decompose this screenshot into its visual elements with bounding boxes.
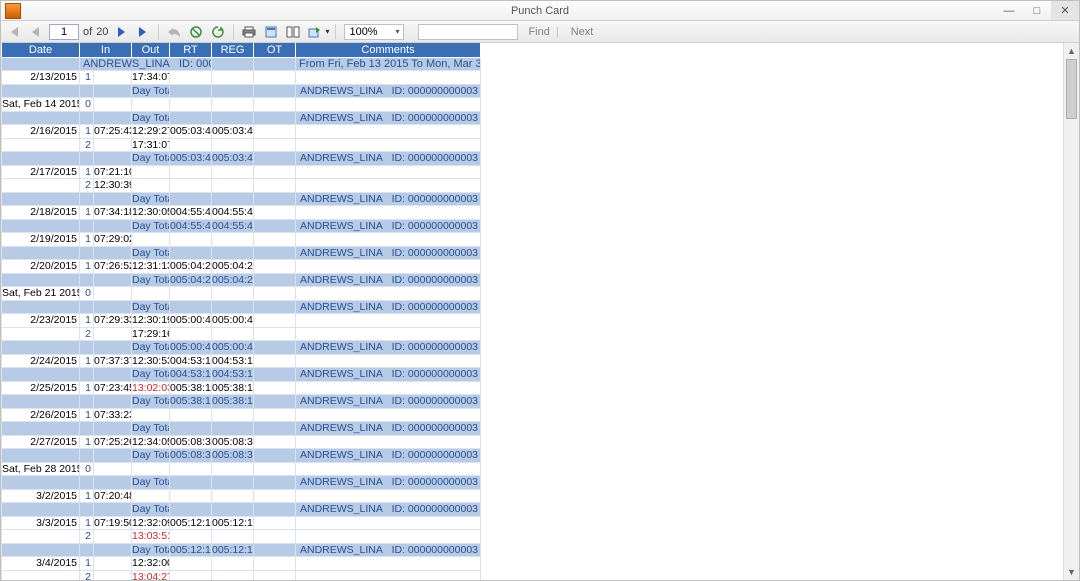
table-row: Day Total005:00:46005:00:46ANDREWS_LINA … [2, 341, 481, 355]
table-row: Day Total005:38:18005:38:18ANDREWS_LINA … [2, 395, 481, 409]
zoom-value: 100% [349, 26, 377, 38]
prev-page-button[interactable] [27, 23, 45, 41]
table-row: 2/23/2015107:29:3312:30:19005:00:46005:0… [2, 314, 481, 328]
export-button[interactable] [306, 23, 324, 41]
table-row: 212:30:39 [2, 179, 481, 193]
col-in: In [80, 43, 132, 57]
col-reg: REG [212, 43, 254, 57]
table-row: Day TotalANDREWS_LINA ID: 000000000003 [2, 246, 481, 260]
table-row: 3/4/2015112:32:00 [2, 557, 481, 571]
table-row: Sat, Feb 14 20150 [2, 98, 481, 112]
table-row: 2/17/2015107:21:10 [2, 165, 481, 179]
table-row: Day Total005:03:44005:03:44ANDREWS_LINA … [2, 152, 481, 166]
col-rt: RT [170, 43, 212, 57]
export-dropdown-arrow[interactable]: ▾ [325, 27, 329, 36]
table-row: 2/20/2015107:26:5212:31:13005:04:21005:0… [2, 260, 481, 274]
separator [233, 24, 234, 40]
table-row: 2/13/2015117:34:07 [2, 71, 481, 85]
find-input[interactable] [418, 24, 518, 40]
report-area: Date In Out RT REG OT Comments ANDREWS_L… [1, 43, 1079, 580]
table-row: Day TotalANDREWS_LINA ID: 000000000003 [2, 503, 481, 517]
separator [335, 24, 336, 40]
page-setup-button[interactable] [284, 23, 302, 41]
report-viewport: Date In Out RT REG OT Comments ANDREWS_L… [1, 43, 1063, 580]
vertical-scrollbar[interactable]: ▲ ▼ [1063, 43, 1079, 580]
find-next-button[interactable]: Next [571, 26, 594, 38]
separator: | [556, 26, 559, 38]
first-page-button[interactable] [5, 23, 23, 41]
col-comments: Comments [296, 43, 481, 57]
table-row: Day Total005:04:21005:04:21ANDREWS_LINA … [2, 273, 481, 287]
window-controls: — □ ✕ [995, 1, 1079, 20]
print-layout-button[interactable] [262, 23, 280, 41]
zoom-select[interactable]: 100% ▾ [344, 24, 404, 40]
window-title: Punch Card [1, 5, 1079, 17]
table-row: Day Total004:53:16004:53:16ANDREWS_LINA … [2, 368, 481, 382]
table-row: 213:03:51 [2, 530, 481, 544]
separator [158, 24, 159, 40]
table-row: 3/2/2015107:20:48 [2, 489, 481, 503]
table-row: 213:04:27 [2, 570, 481, 580]
table-header-row: Date In Out RT REG OT Comments [2, 43, 481, 57]
table-row: Day TotalANDREWS_LINA ID: 000000000003 [2, 111, 481, 125]
table-row: Sat, Feb 28 20150 [2, 462, 481, 476]
last-page-button[interactable] [134, 23, 152, 41]
title-bar: Punch Card — □ ✕ [1, 1, 1079, 21]
page-total: 20 [96, 26, 108, 38]
table-row: Day TotalANDREWS_LINA ID: 000000000003 [2, 476, 481, 490]
table-row: 2/19/2015107:29:02 [2, 233, 481, 247]
find-button[interactable]: Find [528, 26, 549, 38]
close-button[interactable]: ✕ [1051, 1, 1079, 20]
back-button[interactable] [165, 23, 183, 41]
print-button[interactable] [240, 23, 258, 41]
refresh-button[interactable] [209, 23, 227, 41]
table-row: Day TotalANDREWS_LINA ID: 000000000003 [2, 300, 481, 314]
report-toolbar: of 20 ▾ 100% [1, 21, 1079, 43]
next-page-button[interactable] [112, 23, 130, 41]
table-row: 217:31:07 [2, 138, 481, 152]
scroll-thumb[interactable] [1066, 59, 1077, 119]
chevron-down-icon: ▾ [395, 27, 399, 36]
table-row: Day Total005:12:19005:12:19ANDREWS_LINA … [2, 543, 481, 557]
table-row: 3/3/2015107:19:5012:32:09005:12:19005:12… [2, 516, 481, 530]
table-row: Sat, Feb 21 20150 [2, 287, 481, 301]
table-row: 2/25/2015107:23:4513:02:03005:38:18005:3… [2, 381, 481, 395]
table-row: Day Total005:08:39005:08:39ANDREWS_LINA … [2, 449, 481, 463]
table-row: 2/26/2015107:33:23 [2, 408, 481, 422]
page-of-label: of [83, 26, 92, 38]
table-row: ANDREWS_LINA ID: 000000000003From Fri, F… [2, 57, 481, 71]
punchcard-table: Date In Out RT REG OT Comments ANDREWS_L… [1, 43, 481, 580]
page-number-input[interactable] [49, 24, 79, 40]
app-icon [5, 3, 21, 19]
app-window: Punch Card — □ ✕ of 20 [0, 0, 1080, 581]
stop-button[interactable] [187, 23, 205, 41]
maximize-button[interactable]: □ [1023, 1, 1051, 20]
table-row: Day Total004:55:47004:55:47ANDREWS_LINA … [2, 219, 481, 233]
col-date: Date [2, 43, 80, 57]
scroll-down-icon[interactable]: ▼ [1064, 564, 1079, 580]
table-row: Day TotalANDREWS_LINA ID: 000000000003 [2, 192, 481, 206]
table-row: 2/18/2015107:34:1812:30:05004:55:47004:5… [2, 206, 481, 220]
table-row: Day TotalANDREWS_LINA ID: 000000000003 [2, 422, 481, 436]
table-row: Day TotalANDREWS_LINA ID: 000000000003 [2, 84, 481, 98]
scroll-up-icon[interactable]: ▲ [1064, 43, 1079, 59]
table-row: 2/27/2015107:25:2612:34:05005:08:39005:0… [2, 435, 481, 449]
minimize-button[interactable]: — [995, 1, 1023, 20]
table-row: 2/16/2015107:25:4312:29:27005:03:44005:0… [2, 125, 481, 139]
table-row: 2/24/2015107:37:3712:30:53004:53:16004:5… [2, 354, 481, 368]
table-row: 217:29:16 [2, 327, 481, 341]
col-ot: OT [254, 43, 296, 57]
col-out: Out [132, 43, 170, 57]
